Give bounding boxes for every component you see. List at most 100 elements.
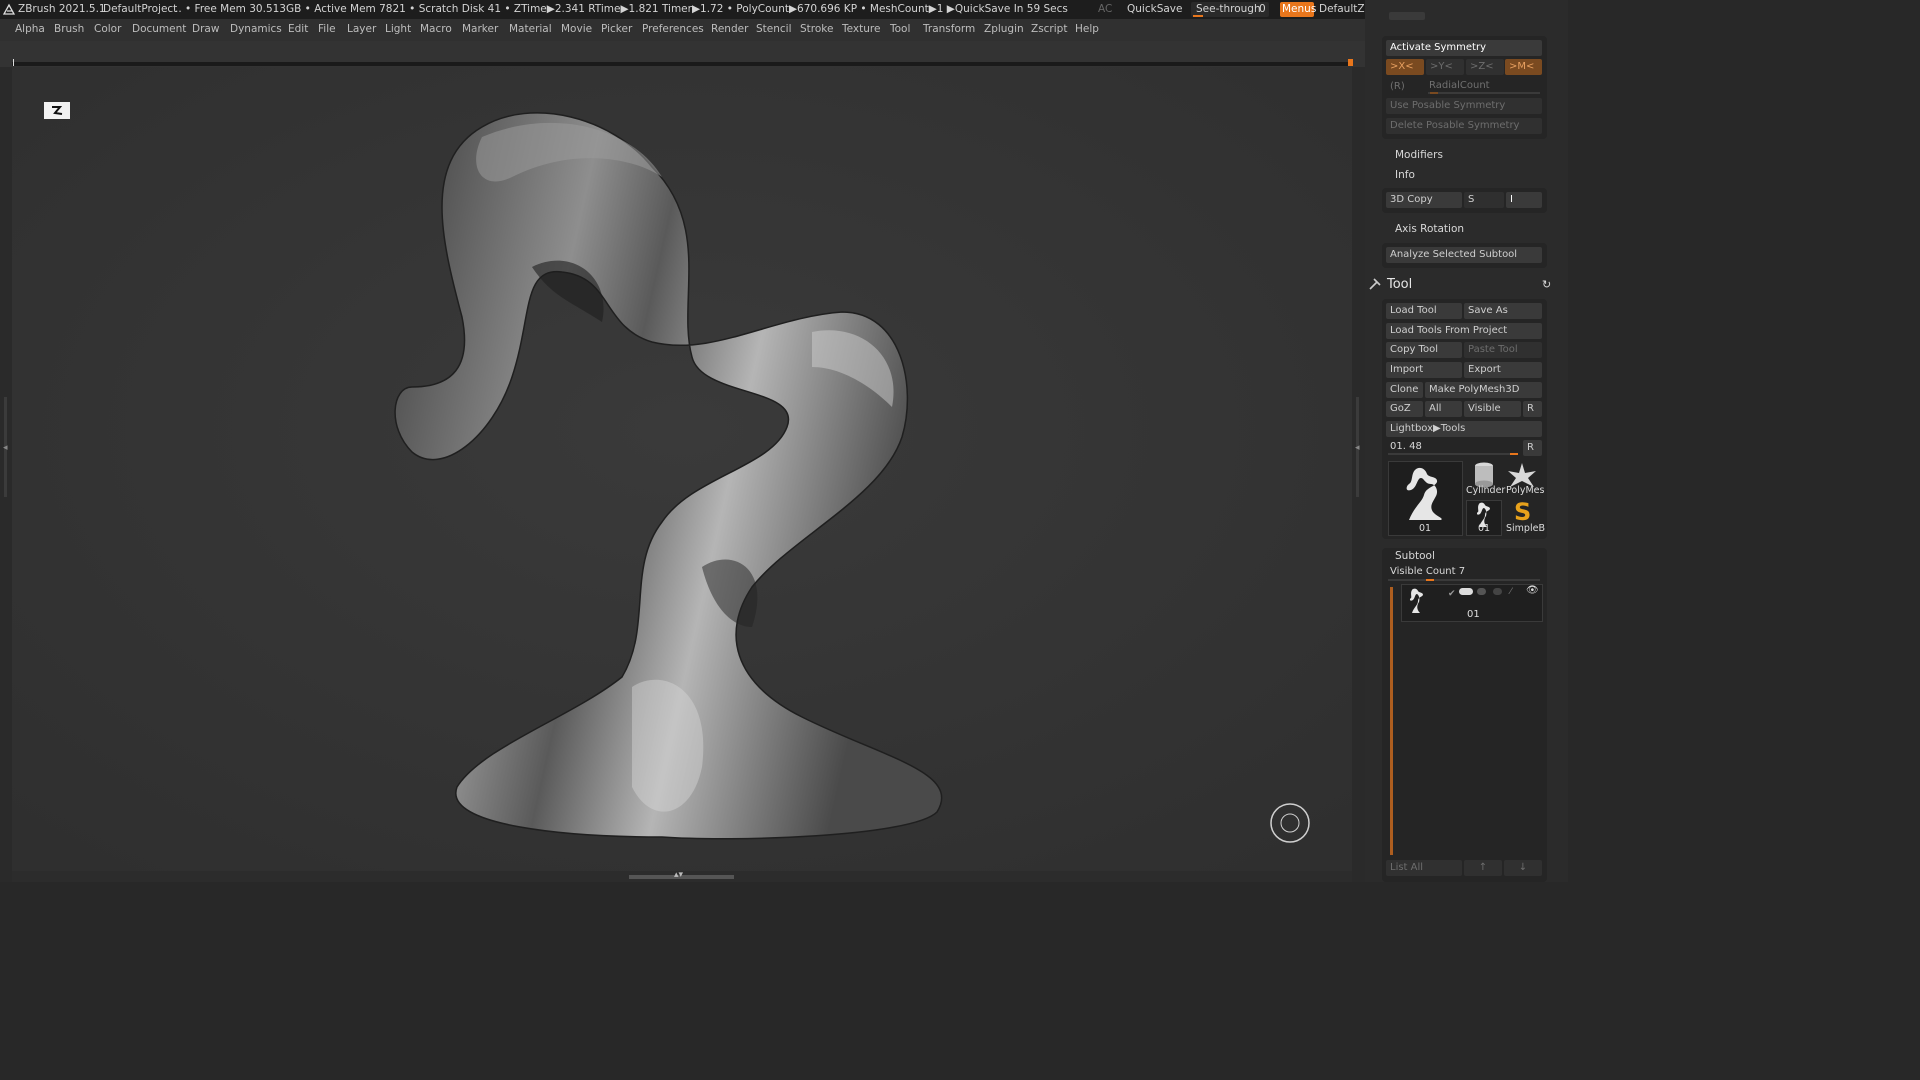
tool-thumb-main[interactable]: 01 xyxy=(1388,461,1463,536)
current-tool-fill xyxy=(1510,453,1518,455)
menu-color[interactable]: Color xyxy=(94,23,121,35)
bottom-tray-arrow-icon[interactable]: ▴▾ xyxy=(674,870,683,880)
right-tray[interactable]: ◂ xyxy=(1352,67,1365,882)
symmetry-x-button[interactable]: >X< xyxy=(1386,59,1424,75)
export-button[interactable]: Export xyxy=(1464,362,1542,378)
menu-render[interactable]: Render xyxy=(711,23,748,35)
menu-texture[interactable]: Texture xyxy=(842,23,880,35)
info-header[interactable]: Info xyxy=(1395,169,1415,181)
copy-tool-button[interactable]: Copy Tool xyxy=(1386,342,1462,358)
subtool-polypaint-toggle-icon[interactable] xyxy=(1459,588,1473,595)
menu-zscript[interactable]: Zscript xyxy=(1031,23,1067,35)
modifiers-header[interactable]: Modifiers xyxy=(1395,149,1443,161)
menu-edit[interactable]: Edit xyxy=(288,23,308,35)
goz-button[interactable]: GoZ xyxy=(1386,401,1423,417)
list-all-button[interactable]: List All xyxy=(1386,860,1462,876)
menu-layer[interactable]: Layer xyxy=(347,23,376,35)
menu-file[interactable]: File xyxy=(318,23,336,35)
project-name[interactable]: DefaultProject xyxy=(103,3,177,15)
activate-symmetry-button[interactable]: Activate Symmetry xyxy=(1386,40,1542,56)
left-tray-arrow-icon[interactable]: ◂ xyxy=(3,443,8,453)
tool-thumb-cylinder[interactable]: Cylinder xyxy=(1466,461,1505,497)
subtool-move-down-icon[interactable]: ↓ xyxy=(1504,860,1542,876)
status-stats: .. • Free Mem 30.513GB • Active Mem 7821… xyxy=(175,3,1068,15)
copy3d-s-field[interactable]: S xyxy=(1464,192,1504,208)
right-tray-arrow-icon[interactable]: ◂ xyxy=(1355,443,1360,453)
app-title: ZBrush 2021.5.1 xyxy=(18,3,106,15)
canvas-ruler xyxy=(12,59,1353,66)
menu-movie[interactable]: Movie xyxy=(561,23,592,35)
subtool-scrollbar[interactable] xyxy=(1390,587,1393,855)
see-through-slider[interactable]: See-through 0 xyxy=(1191,2,1269,17)
menu-zplugin[interactable]: Zplugin xyxy=(984,23,1024,35)
menu-picker[interactable]: Picker xyxy=(601,23,632,35)
tool-thumb-small[interactable]: 01 xyxy=(1466,500,1502,536)
menu-document[interactable]: Document xyxy=(132,23,186,35)
paste-tool-button[interactable]: Paste Tool xyxy=(1464,342,1542,358)
menu-marker[interactable]: Marker xyxy=(462,23,498,35)
subtool-visibility-eye-icon[interactable]: 👁 xyxy=(1526,585,1539,596)
goz-r-button[interactable]: R xyxy=(1523,401,1542,417)
copy3d-button[interactable]: 3D Copy xyxy=(1386,192,1462,208)
menu-brush[interactable]: Brush xyxy=(54,23,84,35)
subtool-item[interactable]: ✔ ⁄ 👁 01 xyxy=(1401,584,1543,622)
document-canvas[interactable] xyxy=(12,67,1352,871)
menu-draw[interactable]: Draw xyxy=(192,23,219,35)
axis-rotation-header[interactable]: Axis Rotation xyxy=(1395,223,1464,235)
radialcount-slider[interactable]: RadialCount xyxy=(1426,78,1542,94)
menu-stroke[interactable]: Stroke xyxy=(800,23,833,35)
title-bar: ZBrush 2021.5.1 DefaultProject .. • Free… xyxy=(0,0,1568,19)
use-posable-symmetry-button[interactable]: Use Posable Symmetry xyxy=(1386,98,1542,114)
viewport-svg[interactable] xyxy=(12,67,1352,871)
tool-palette-title[interactable]: Tool xyxy=(1387,277,1412,292)
menu-material[interactable]: Material xyxy=(509,23,552,35)
menu-light[interactable]: Light xyxy=(385,23,411,35)
lightbox-tools-button[interactable]: Lightbox▶Tools xyxy=(1386,421,1542,437)
zbrush-logo-icon xyxy=(3,3,15,15)
clone-button[interactable]: Clone xyxy=(1386,382,1423,398)
menu-macro[interactable]: Macro xyxy=(420,23,452,35)
subtool-header[interactable]: Subtool xyxy=(1395,550,1435,562)
tool-thumb-polymesh[interactable]: PolyMes xyxy=(1504,461,1544,497)
left-tray[interactable]: ◂ xyxy=(0,67,12,882)
menu-dynamics[interactable]: Dynamics xyxy=(230,23,282,35)
subtool-item-label: 01 xyxy=(1467,609,1480,620)
radialcount-track xyxy=(1428,92,1540,94)
subtool-brush-icon[interactable]: ✔ xyxy=(1448,589,1456,599)
quicksave-button[interactable]: QuickSave xyxy=(1127,3,1182,15)
menus-toggle[interactable]: Menus xyxy=(1280,2,1316,17)
current-tool-slider[interactable]: 01. 48 xyxy=(1386,440,1520,456)
make-polymesh3d-button[interactable]: Make PolyMesh3D xyxy=(1425,382,1542,398)
symmetry-y-button[interactable]: >Y< xyxy=(1426,59,1464,75)
subtool-ghost-icon[interactable] xyxy=(1493,588,1502,595)
analyze-subtool-button[interactable]: Analyze Selected Subtool xyxy=(1386,247,1542,263)
tool-reset-icon[interactable]: ↻ xyxy=(1542,278,1551,291)
subtool-material-toggle-icon[interactable] xyxy=(1477,588,1486,595)
visible-count-slider[interactable]: Visible Count 7 xyxy=(1386,566,1542,582)
current-tool-r-button[interactable]: R xyxy=(1523,440,1542,456)
load-tool-button[interactable]: Load Tool xyxy=(1386,303,1462,319)
menu-tool[interactable]: Tool xyxy=(890,23,910,35)
load-tools-from-project-button[interactable]: Load Tools From Project xyxy=(1386,323,1542,339)
ruler-end-marker[interactable] xyxy=(1348,59,1353,66)
goz-visible-button[interactable]: Visible xyxy=(1464,401,1521,417)
goz-all-button[interactable]: All xyxy=(1425,401,1462,417)
subtool-lock-icon[interactable]: ⁄ xyxy=(1510,587,1512,597)
menu-help[interactable]: Help xyxy=(1075,23,1099,35)
panel-scroll-top[interactable] xyxy=(1389,12,1425,20)
save-as-button[interactable]: Save As xyxy=(1464,303,1542,319)
delete-posable-symmetry-button[interactable]: Delete Posable Symmetry xyxy=(1386,118,1542,134)
import-button[interactable]: Import xyxy=(1386,362,1462,378)
menu-stencil[interactable]: Stencil xyxy=(756,23,792,35)
menu-transform[interactable]: Transform xyxy=(923,23,975,35)
symmetry-r-toggle[interactable]: (R) xyxy=(1390,81,1405,92)
ac-toggle[interactable]: AC xyxy=(1098,3,1112,15)
tool-thumb-simplebrush[interactable]: S SimpleB xyxy=(1504,498,1545,536)
copy3d-i-field[interactable]: I xyxy=(1506,192,1542,208)
menu-preferences[interactable]: Preferences xyxy=(642,23,704,35)
symmetry-m-button[interactable]: >M< xyxy=(1505,59,1542,75)
bottom-tray[interactable]: ▴▾ xyxy=(12,870,1352,882)
subtool-move-up-icon[interactable]: ↑ xyxy=(1464,860,1502,876)
menu-alpha[interactable]: Alpha xyxy=(15,23,45,35)
symmetry-z-button[interactable]: >Z< xyxy=(1466,59,1504,75)
